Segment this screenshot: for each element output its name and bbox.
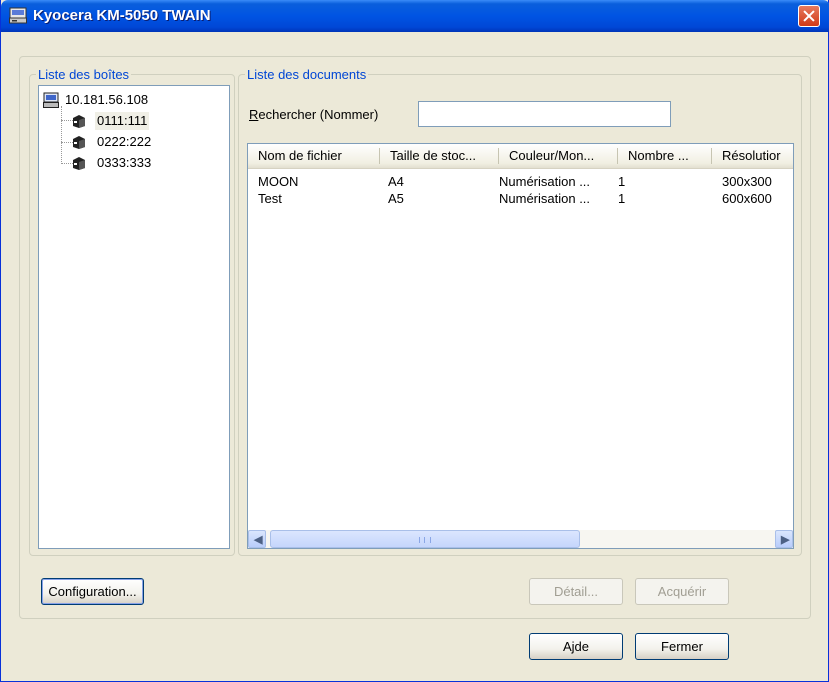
list-header: Nom de fichier Taille de stoc... Couleur… <box>248 144 793 169</box>
documents-group-legend: Liste des documents <box>245 67 369 82</box>
cell-count: 1 <box>618 174 626 189</box>
twain-dialog: Kyocera KM-5050 TWAIN Liste des boîtes 1… <box>0 0 829 682</box>
box-icon <box>73 115 85 128</box>
cell-count: 1 <box>618 191 626 206</box>
chevron-right-icon: ▶ <box>781 534 790 546</box>
close-icon[interactable] <box>798 5 820 27</box>
horizontal-scrollbar[interactable]: ◀ ▶ <box>248 530 793 548</box>
chevron-left-icon: ◀ <box>254 534 263 546</box>
cell-storage-size: A5 <box>388 191 404 206</box>
boxes-group-legend: Liste des boîtes <box>36 67 132 82</box>
scanner-icon <box>9 7 27 24</box>
window-title: Kyocera KM-5050 TWAIN <box>33 7 211 24</box>
column-header-filename[interactable]: Nom de fichier <box>248 144 379 168</box>
cell-color: Numérisation ... <box>499 174 591 189</box>
tree-item-label: 0333:333 <box>97 155 152 170</box>
cell-storage-size: A4 <box>388 174 404 189</box>
column-header-resolution[interactable]: Résolutior <box>712 144 793 168</box>
document-list[interactable]: Nom de fichier Taille de stoc... Couleur… <box>247 143 794 549</box>
cell-filename: Test <box>258 191 282 206</box>
title-bar[interactable]: Kyocera KM-5050 TWAIN <box>1 0 829 32</box>
box-icon <box>73 157 85 170</box>
detail-button[interactable]: Détail... <box>529 578 623 605</box>
tree-root-label: 10.181.56.108 <box>65 92 149 107</box>
cell-resolution: 300x300 <box>722 174 772 189</box>
scroll-left-button[interactable]: ◀ <box>248 530 266 548</box>
table-row[interactable]: Test A5 Numérisation ... 1 600x600 <box>248 191 793 208</box>
configuration-button[interactable]: Configuration... <box>41 578 144 605</box>
column-header-count[interactable]: Nombre ... <box>618 144 711 168</box>
box-icon <box>73 136 85 149</box>
computer-icon <box>43 92 59 108</box>
column-header-color[interactable]: Couleur/Mon... <box>499 144 617 168</box>
help-button[interactable]: Ajde <box>529 633 623 660</box>
cell-resolution: 600x600 <box>722 191 772 206</box>
scroll-right-button[interactable]: ▶ <box>775 530 793 548</box>
acquire-button[interactable]: Acquérir <box>635 578 729 605</box>
cell-color: Numérisation ... <box>499 191 591 206</box>
cell-filename: MOON <box>258 174 299 189</box>
table-row[interactable]: MOON A4 Numérisation ... 1 300x300 <box>248 174 793 191</box>
search-input[interactable] <box>418 101 671 127</box>
column-header-storage-size[interactable]: Taille de stoc... <box>380 144 498 168</box>
close-button[interactable]: Fermer <box>635 633 729 660</box>
tree-item-label: 0111:111 <box>95 112 150 130</box>
search-label: Rechercher (Nommer) <box>249 107 379 122</box>
tree-item-label: 0222:222 <box>97 134 152 149</box>
scroll-thumb[interactable] <box>270 530 580 548</box>
box-tree[interactable]: 10.181.56.108 0111:111 0222:222 0333:333 <box>38 85 230 549</box>
